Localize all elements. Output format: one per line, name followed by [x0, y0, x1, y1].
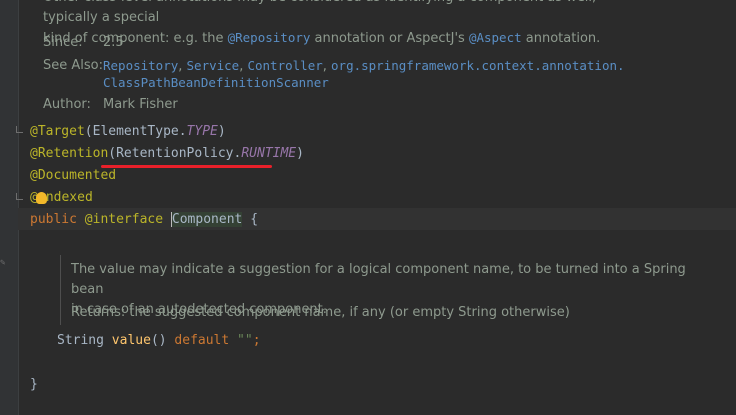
see-also-links-wrap: ClassPathBeanDefinitionScanner [103, 75, 329, 91]
code-line-retention[interactable]: @Retention(RetentionPolicy.RUNTIME) [30, 144, 304, 164]
see-also-link[interactable]: Service [187, 58, 240, 73]
method-name: value [111, 333, 151, 348]
see-also-link[interactable]: org.springframework.context.annotation. [331, 58, 625, 73]
annotation: @Target [30, 124, 85, 139]
rendered-method-javadoc: The value may indicate a suggestion for … [60, 255, 736, 325]
javadoc-code[interactable]: @Aspect [469, 30, 522, 45]
method-doc-returns: Returns: the suggested component name, i… [71, 305, 570, 320]
code-line-target[interactable]: @Target(ElementType.TYPE) [30, 122, 226, 142]
code-line-declaration[interactable]: public @interface Component { [30, 210, 258, 230]
string-literal: "" [237, 333, 253, 348]
rendered-javadoc: Other class-level annotations may be con… [30, 0, 736, 118]
class-name[interactable]: Component [170, 212, 243, 227]
red-underline-highlight [101, 165, 272, 168]
editor-gutter: ✎ [0, 0, 19, 415]
keyword: @interface [84, 212, 164, 227]
since-value: 2.5 [103, 35, 124, 50]
enum-constant: TYPE [186, 124, 218, 139]
javadoc-intro: Other class-level annotations may be con… [43, 0, 601, 46]
annotation: @Documented [30, 168, 117, 183]
see-also-link[interactable]: ClassPathBeanDefinitionScanner [103, 75, 329, 90]
lightbulb-icon[interactable] [36, 192, 47, 204]
see-also-label: See Also: [43, 58, 103, 73]
keyword: default [174, 333, 230, 348]
fold-icon[interactable] [16, 126, 23, 133]
see-also-link[interactable]: Repository [103, 58, 178, 73]
code-line-closing[interactable]: } [30, 375, 38, 395]
author-value: Mark Fisher [103, 97, 178, 112]
fold-icon[interactable] [16, 193, 23, 200]
javadoc-code[interactable]: @Repository [228, 30, 311, 45]
see-also-links: Repository, Service, Controller, org.spr… [103, 58, 625, 74]
keyword: public [30, 212, 77, 227]
code-line-documented[interactable]: @Documented [30, 166, 116, 186]
gutter-edit-icon: ✎ [0, 258, 6, 268]
see-also-link[interactable]: Controller [247, 58, 322, 73]
author-label: Author: [43, 97, 91, 112]
code-line-method[interactable]: String value() default ""; [57, 331, 261, 351]
enum-constant: RUNTIME [241, 146, 297, 161]
since-label: Since: [43, 35, 83, 50]
annotation: @Retention [30, 146, 109, 161]
annotation: ndexed [45, 190, 93, 205]
